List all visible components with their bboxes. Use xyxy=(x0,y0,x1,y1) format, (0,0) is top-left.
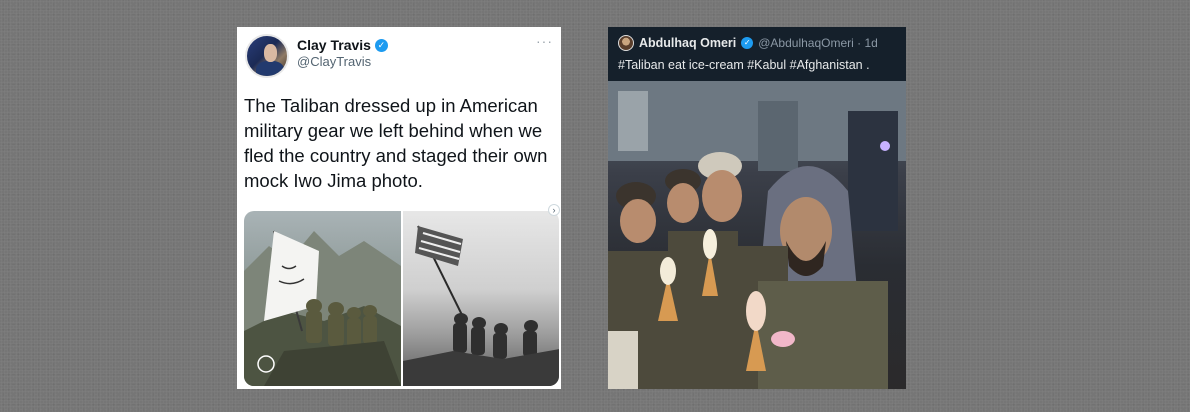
author-row: Clay Travis ✓ xyxy=(297,37,388,53)
media-image-taliban-flag[interactable] xyxy=(244,211,401,386)
ellipsis-icon[interactable]: ··· xyxy=(536,33,553,49)
tweet-text-line: The Taliban dressed up in American xyxy=(244,95,538,116)
avatar[interactable] xyxy=(245,34,289,78)
ice-cream-scene xyxy=(608,81,906,389)
author-name[interactable]: Clay Travis xyxy=(297,37,371,53)
tweet-text: The Taliban dressed up in American milit… xyxy=(244,93,558,193)
verified-badge-icon: ✓ xyxy=(741,37,754,49)
author-name[interactable]: Abdulhaq Omeri xyxy=(639,36,736,50)
avatar[interactable] xyxy=(618,35,634,51)
avatar-figure-shirt xyxy=(256,61,284,76)
author-handle[interactable]: @ClayTravis xyxy=(297,54,371,69)
media-image-ice-cream[interactable] xyxy=(608,81,906,389)
tweet-media-grid xyxy=(244,211,559,386)
tweet-text-line: fled the country and staged their own xyxy=(244,145,548,166)
tweet-text-line: mock Iwo Jima photo. xyxy=(244,170,423,191)
tweet-text: #Taliban eat ice-cream #Kabul #Afghanist… xyxy=(618,58,870,72)
taliban-flag-scene xyxy=(244,230,401,386)
verified-badge-icon: ✓ xyxy=(374,38,388,52)
tweet-card-right[interactable]: Abdulhaq Omeri ✓ @AbdulhaqOmeri · 1d #Ta… xyxy=(608,27,906,389)
media-image-iwo-jima[interactable] xyxy=(402,211,559,386)
tweet-card-left[interactable]: Clay Travis ✓ @ClayTravis ··· The Taliba… xyxy=(237,27,561,389)
author-handle-time[interactable]: @AbdulhaqOmeri · 1d xyxy=(758,36,878,50)
chevron-right-icon[interactable]: › xyxy=(548,204,560,216)
tweet-text-line: military gear we left behind when we xyxy=(244,120,543,141)
author-row: Abdulhaq Omeri ✓ @AbdulhaqOmeri · 1d xyxy=(618,35,878,51)
iwo-jima-scene xyxy=(402,225,559,386)
avatar-figure-face xyxy=(264,44,277,62)
